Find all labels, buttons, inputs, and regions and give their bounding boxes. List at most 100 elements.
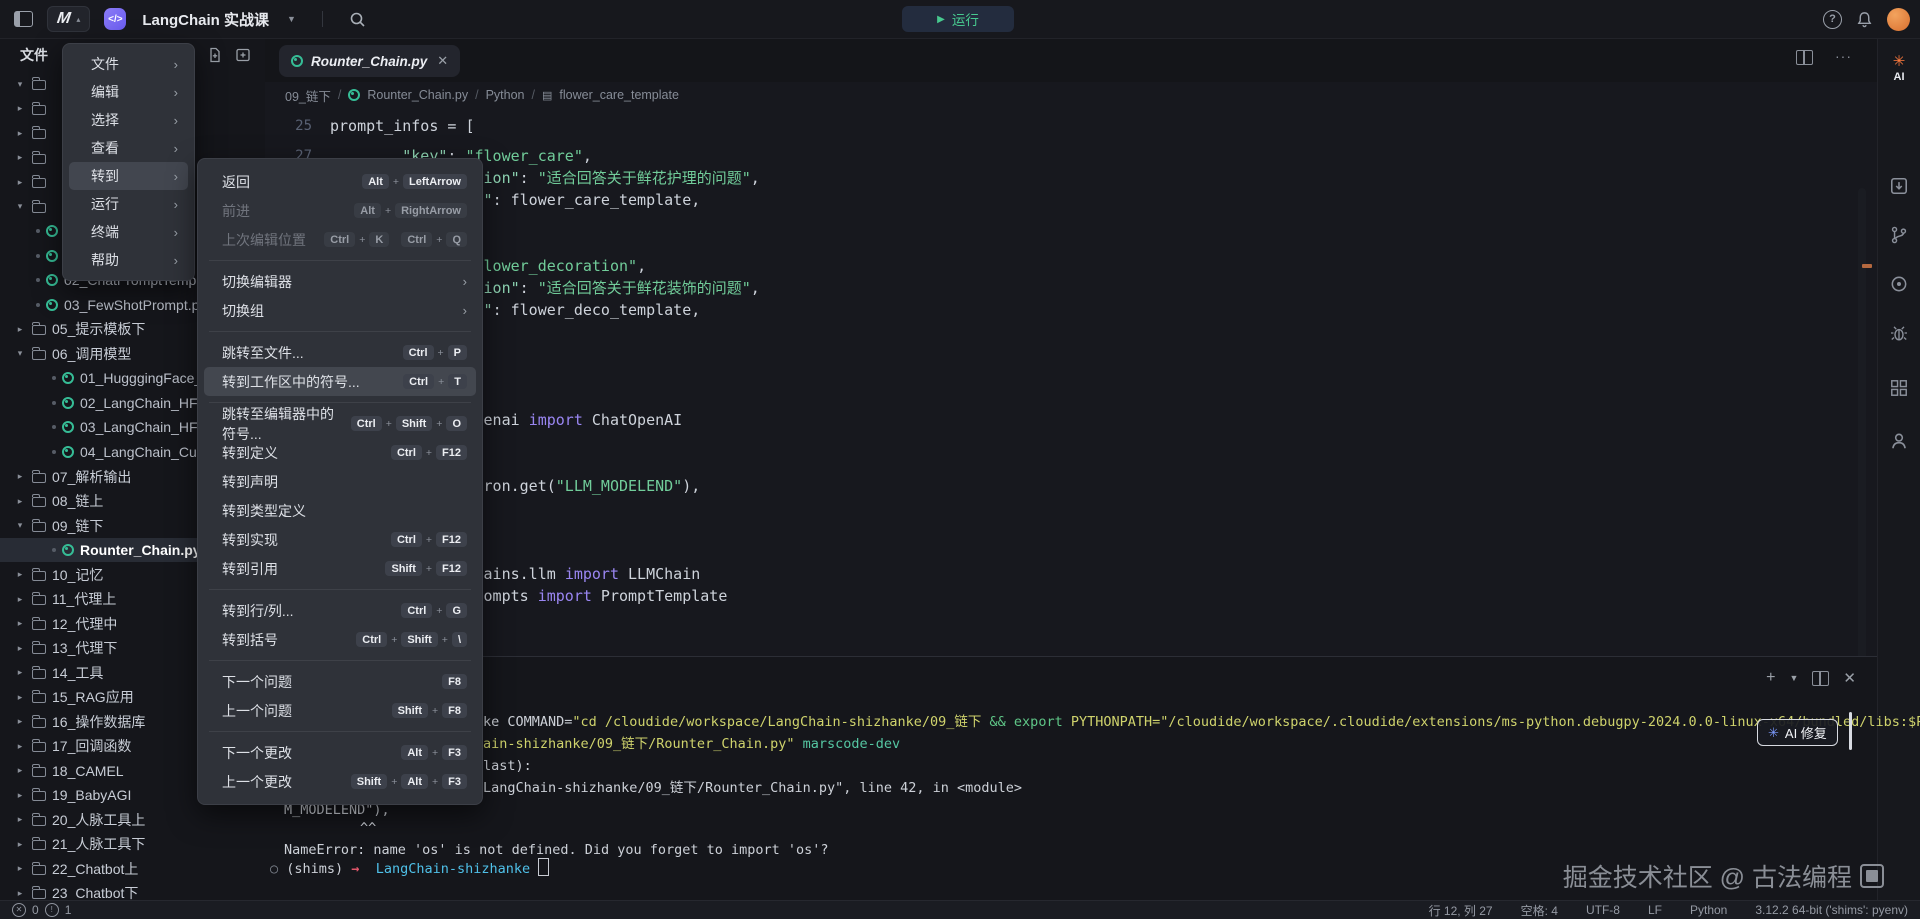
code-pane[interactable] bbox=[265, 108, 1878, 674]
submenu-item[interactable]: 转到实现Ctrl+F12 bbox=[204, 525, 476, 554]
chevron-right-icon[interactable]: ▸ bbox=[14, 790, 26, 801]
chevron-right-icon[interactable]: ▸ bbox=[14, 814, 26, 825]
cursor-position[interactable]: 行 12, 列 27 bbox=[1429, 902, 1493, 919]
breadcrumb-item[interactable]: Python bbox=[486, 88, 525, 102]
extensions-grid-icon[interactable] bbox=[1889, 378, 1909, 398]
user-avatar[interactable] bbox=[1887, 8, 1910, 31]
new-file-icon[interactable] bbox=[207, 47, 223, 63]
submenu-item[interactable]: 跳转至文件...Ctrl+P bbox=[204, 338, 476, 367]
menu-item-1[interactable]: 文件› bbox=[69, 50, 188, 78]
close-tab-icon[interactable]: ✕ bbox=[437, 53, 448, 69]
chevron-right-icon[interactable]: ▸ bbox=[14, 716, 26, 727]
chevron-down-icon[interactable]: ▾ bbox=[14, 520, 26, 531]
indentation[interactable]: 空格: 4 bbox=[1521, 902, 1558, 919]
eol-type[interactable]: LF bbox=[1648, 903, 1662, 917]
more-actions-icon[interactable]: ··· bbox=[1835, 50, 1852, 65]
terminal-dropdown-icon[interactable]: ▼ bbox=[1790, 673, 1799, 683]
tab-rounter-chain[interactable]: Rounter_Chain.py ✕ bbox=[279, 45, 460, 77]
submenu-item[interactable]: 转到括号Ctrl+Shift+\ bbox=[204, 625, 476, 654]
chevron-right-icon[interactable]: ▸ bbox=[14, 471, 26, 482]
chevron-right-icon[interactable]: ▸ bbox=[14, 324, 26, 335]
submenu-item[interactable]: 转到类型定义 bbox=[204, 496, 476, 525]
chevron-right-icon[interactable]: ▸ bbox=[14, 667, 26, 678]
user-icon[interactable] bbox=[1889, 431, 1909, 451]
chevron-right-icon[interactable]: ▸ bbox=[14, 594, 26, 605]
notifications-bell-icon[interactable] bbox=[1856, 11, 1873, 28]
submenu-item[interactable]: 上一个更改Shift+Alt+F3 bbox=[204, 767, 476, 796]
split-editor-icon[interactable] bbox=[1796, 50, 1813, 65]
divider bbox=[322, 11, 323, 27]
chevron-right-icon[interactable]: ▸ bbox=[14, 152, 26, 163]
chevron-right-icon[interactable]: ▸ bbox=[14, 177, 26, 188]
menu-item-2[interactable]: 编辑› bbox=[69, 78, 188, 106]
chevron-right-icon[interactable]: ▸ bbox=[14, 863, 26, 874]
chevron-right-icon[interactable]: ▸ bbox=[14, 103, 26, 114]
chevron-down-icon[interactable]: ▾ bbox=[14, 79, 26, 90]
menu-separator bbox=[209, 660, 471, 661]
tree-folder[interactable]: ▸23_Chatbot下 bbox=[0, 881, 265, 900]
errors-icon[interactable]: ✕ bbox=[12, 903, 26, 917]
submenu-item[interactable]: 转到工作区中的符号...Ctrl+T bbox=[204, 367, 476, 396]
run-button[interactable]: ▶ 运行 bbox=[902, 6, 1014, 32]
menu-item-6[interactable]: 运行› bbox=[69, 190, 188, 218]
submenu-item[interactable]: 下一个更改Alt+F3 bbox=[204, 738, 476, 767]
chevron-down-icon[interactable]: ▾ bbox=[14, 348, 26, 359]
submenu-item[interactable]: 返回Alt+LeftArrow bbox=[204, 167, 476, 196]
split-terminal-icon[interactable] bbox=[1812, 671, 1829, 686]
chevron-right-icon[interactable]: ▸ bbox=[14, 618, 26, 629]
terminal-scrollbar[interactable] bbox=[1849, 712, 1852, 750]
menu-item-8[interactable]: 帮助› bbox=[69, 246, 188, 274]
workspace-icon: </> bbox=[104, 8, 126, 30]
chevron-right-icon[interactable]: ▸ bbox=[14, 765, 26, 776]
ai-fix-button[interactable]: ✳ AI 修复 bbox=[1757, 719, 1838, 746]
submenu-item[interactable]: 切换组› bbox=[204, 296, 476, 325]
search-icon[interactable] bbox=[349, 11, 366, 28]
download-icon[interactable] bbox=[1889, 176, 1909, 196]
tree-folder[interactable]: ▸21_人脉工具下 bbox=[0, 832, 265, 857]
target-icon[interactable] bbox=[1889, 274, 1909, 294]
ai-assistant-button[interactable]: ✳ AI bbox=[1878, 52, 1920, 83]
menu-item-5[interactable]: 转到› bbox=[69, 162, 188, 190]
tree-folder[interactable]: ▸22_Chatbot上 bbox=[0, 857, 265, 882]
chevron-right-icon[interactable]: ▸ bbox=[14, 692, 26, 703]
tree-item-label: 16_操作数据库 bbox=[52, 712, 145, 732]
submenu-item[interactable]: 转到引用Shift+F12 bbox=[204, 554, 476, 583]
chevron-down-icon[interactable]: ▾ bbox=[14, 201, 26, 212]
chevron-right-icon[interactable]: ▸ bbox=[14, 496, 26, 507]
editor-scrollbar[interactable] bbox=[1858, 188, 1866, 688]
python-file-icon bbox=[348, 89, 360, 101]
folder-icon bbox=[32, 178, 46, 188]
language-mode[interactable]: Python bbox=[1690, 903, 1727, 917]
toggle-sidebar-icon[interactable] bbox=[14, 11, 33, 27]
bug-icon[interactable] bbox=[1889, 323, 1909, 343]
submenu-item[interactable]: 切换编辑器› bbox=[204, 267, 476, 296]
breadcrumb-item[interactable]: flower_care_template bbox=[559, 88, 679, 102]
chevron-right-icon[interactable]: ▸ bbox=[14, 839, 26, 850]
breadcrumb-item[interactable]: 09_链下 bbox=[285, 86, 331, 105]
chevron-right-icon[interactable]: ▸ bbox=[14, 643, 26, 654]
menu-item-4[interactable]: 查看› bbox=[69, 134, 188, 162]
breadcrumb-item[interactable]: Rounter_Chain.py bbox=[367, 88, 468, 102]
menu-item-7[interactable]: 终端› bbox=[69, 218, 188, 246]
submenu-item[interactable]: 上一个问题Shift+F8 bbox=[204, 696, 476, 725]
new-terminal-icon[interactable]: + bbox=[1766, 671, 1775, 685]
submenu-item[interactable]: 下一个问题F8 bbox=[204, 667, 476, 696]
warnings-icon[interactable]: ! bbox=[45, 903, 59, 917]
submenu-item[interactable]: 转到行/列...Ctrl+G bbox=[204, 596, 476, 625]
workspace-name[interactable]: LangChain 实战课 bbox=[142, 9, 269, 30]
app-menu-button[interactable]: M ▴ bbox=[47, 6, 90, 32]
help-icon[interactable]: ? bbox=[1823, 10, 1842, 29]
chevron-right-icon[interactable]: ▸ bbox=[14, 569, 26, 580]
tree-folder[interactable]: ▸20_人脉工具上 bbox=[0, 807, 265, 832]
git-branch-icon[interactable] bbox=[1889, 225, 1909, 245]
chevron-right-icon[interactable]: ▸ bbox=[14, 888, 26, 899]
submenu-item[interactable]: 跳转至编辑器中的符号...Ctrl+Shift+O bbox=[204, 409, 476, 438]
chevron-right-icon[interactable]: ▸ bbox=[14, 128, 26, 139]
close-panel-icon[interactable]: ✕ bbox=[1843, 669, 1856, 687]
encoding[interactable]: UTF-8 bbox=[1586, 903, 1620, 917]
menu-item-3[interactable]: 选择› bbox=[69, 106, 188, 134]
new-window-icon[interactable] bbox=[235, 47, 251, 63]
submenu-item[interactable]: 转到声明 bbox=[204, 467, 476, 496]
chevron-right-icon[interactable]: ▸ bbox=[14, 741, 26, 752]
python-interpreter[interactable]: 3.12.2 64-bit ('shims': pyenv) bbox=[1755, 903, 1908, 917]
